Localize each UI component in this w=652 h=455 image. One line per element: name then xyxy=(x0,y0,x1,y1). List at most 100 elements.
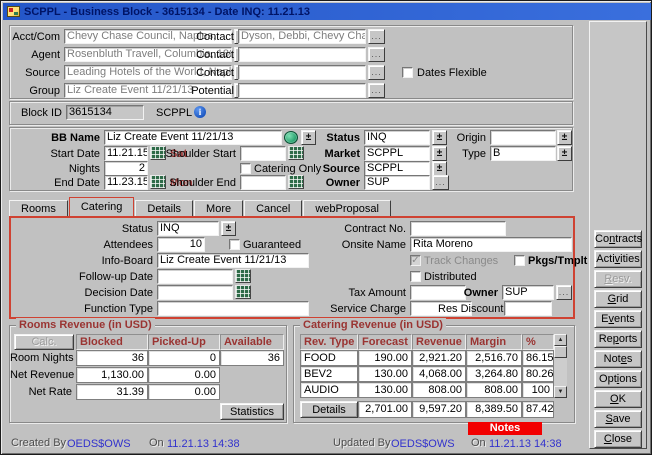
info-board-field[interactable]: Liz Create Event 11/21/13 xyxy=(157,253,309,268)
owner-browse-button[interactable]: ... xyxy=(432,175,449,190)
info-icon[interactable]: i xyxy=(194,106,206,118)
catering-owner-browse-button[interactable]: ... xyxy=(556,285,572,300)
table-scrollbar[interactable]: ▲ ▼ xyxy=(554,334,567,398)
globe-icon[interactable] xyxy=(284,131,298,144)
contact2-field[interactable] xyxy=(238,47,366,62)
catering-only-checkbox[interactable] xyxy=(240,163,251,174)
ok-button[interactable]: OK xyxy=(594,390,642,408)
close-button[interactable]: Close xyxy=(594,430,642,448)
calendar-icon[interactable] xyxy=(235,285,251,299)
forecast-cell: 190.00 xyxy=(358,350,412,366)
type-dropdown-icon[interactable]: ± xyxy=(557,146,572,161)
scrollbar-thumb[interactable] xyxy=(554,346,567,358)
rooms-revenue-title: Rooms Revenue (in USD) xyxy=(16,318,155,332)
shoulder-end-field[interactable] xyxy=(240,175,286,190)
room-nights-picked-up-cell: 0 xyxy=(148,350,220,366)
statistics-button[interactable]: Statistics xyxy=(220,403,284,420)
button-label: orts xyxy=(619,333,637,345)
column-header-rev-type: Rev. Type xyxy=(300,334,358,350)
button-label: esv. xyxy=(612,273,631,285)
potential-field[interactable] xyxy=(238,83,366,98)
percent-cell: 100 xyxy=(522,382,554,398)
contact3-field[interactable] xyxy=(238,65,366,80)
notes-button[interactable]: Notes xyxy=(594,350,642,368)
type-field[interactable]: B xyxy=(490,146,556,161)
resv-button[interactable]: Resv. xyxy=(594,270,642,288)
total-margin-cell: 8,389.50 xyxy=(466,401,522,418)
save-button[interactable]: Save xyxy=(594,410,642,428)
reports-button[interactable]: Reports xyxy=(594,330,642,348)
notes-badge[interactable]: Notes xyxy=(468,422,542,435)
status-field[interactable]: INQ xyxy=(364,130,430,145)
scroll-up-icon[interactable]: ▲ xyxy=(554,334,567,346)
button-label: S xyxy=(605,413,612,425)
calc-button[interactable]: Calc. xyxy=(14,334,74,350)
dates-flexible-checkbox[interactable] xyxy=(402,67,413,78)
grid-button[interactable]: Grid xyxy=(594,290,642,308)
dates-flexible-label: Dates Flexible xyxy=(417,66,487,80)
activities-button[interactable]: Activities xyxy=(594,250,642,268)
origin-field[interactable] xyxy=(490,130,556,145)
contact2-browse-button[interactable]: ... xyxy=(368,47,385,62)
tab-details[interactable]: Details xyxy=(135,200,193,217)
shoulder-start-field[interactable] xyxy=(240,146,286,161)
bb-name-label: BB Name xyxy=(10,131,100,145)
function-type-field[interactable] xyxy=(157,301,309,316)
button-label: s xyxy=(627,353,633,365)
contact1-field[interactable]: Dyson, Debbi, Chevy Chase, 1800-123- xyxy=(238,29,366,44)
bb-source-dropdown-icon[interactable]: ± xyxy=(432,161,447,176)
calendar-icon[interactable] xyxy=(235,269,251,283)
followup-date-field[interactable] xyxy=(157,269,233,284)
contracts-button[interactable]: Contracts xyxy=(594,230,642,248)
created-on-label: On xyxy=(149,437,164,449)
nights-field[interactable]: 2 xyxy=(104,161,148,176)
button-label: E xyxy=(601,313,608,325)
res-discount-field[interactable] xyxy=(504,301,552,316)
button-label: Not xyxy=(604,353,621,365)
shoulder-start-label: Shoulder Start xyxy=(128,147,236,161)
catering-owner-field[interactable]: SUP xyxy=(502,285,554,300)
bb-name-field[interactable]: Liz Create Event 11/21/13 xyxy=(104,130,282,145)
contract-no-field[interactable] xyxy=(410,221,506,236)
tab-cancel[interactable]: Cancel xyxy=(244,200,302,217)
block-id-label: Block ID xyxy=(10,106,62,120)
catering-status-dropdown-icon[interactable]: ± xyxy=(221,221,236,236)
title-bar[interactable]: SCPPL - Business Block - 3615134 - Date … xyxy=(3,3,651,20)
account-group: Acct/Com Chevy Chase Council, Naples, ..… xyxy=(9,25,573,99)
track-changes-label: Track Changes xyxy=(424,254,498,268)
distributed-checkbox[interactable] xyxy=(410,271,421,282)
events-button[interactable]: Events xyxy=(594,310,642,328)
button-label: Co xyxy=(595,233,609,245)
owner-field[interactable]: SUP xyxy=(364,175,430,190)
percent-cell: 80.26 xyxy=(522,366,554,382)
forecast-cell: 130.00 xyxy=(358,382,412,398)
block-id-field: 3615134 xyxy=(66,105,144,120)
tab-rooms[interactable]: Rooms xyxy=(9,200,68,217)
margin-cell: 3,264.80 xyxy=(466,366,522,382)
created-by-value: OEDS$OWS xyxy=(67,438,131,450)
pkgs-tmplt-checkbox[interactable] xyxy=(514,255,525,266)
bb-source-field[interactable]: SCPPL xyxy=(364,161,430,176)
origin-dropdown-icon[interactable]: ± xyxy=(557,130,572,145)
options-button[interactable]: Options xyxy=(594,370,642,388)
attendees-field[interactable]: 10 xyxy=(157,237,205,252)
guaranteed-checkbox[interactable] xyxy=(229,239,240,250)
decision-date-field[interactable] xyxy=(157,285,233,300)
scroll-down-icon[interactable]: ▼ xyxy=(554,386,567,398)
tab-more[interactable]: More xyxy=(194,200,243,217)
tab-catering[interactable]: Catering xyxy=(69,197,135,217)
onsite-name-field[interactable]: Rita Moreno xyxy=(410,237,572,252)
column-header-margin: Margin xyxy=(466,334,522,350)
market-field[interactable]: SCPPL xyxy=(364,146,430,161)
contact3-browse-button[interactable]: ... xyxy=(368,65,385,80)
tab-webproposal[interactable]: webProposal xyxy=(303,200,391,217)
catering-status-field[interactable]: INQ xyxy=(157,221,219,236)
potential-browse-button[interactable]: ... xyxy=(368,83,385,98)
contact1-browse-button[interactable]: ... xyxy=(368,29,385,44)
res-discount-label: Res Discount xyxy=(438,302,500,316)
details-button[interactable]: Details xyxy=(300,401,358,418)
attendees-label: Attendees xyxy=(11,238,153,252)
button-label: Opt xyxy=(599,373,617,385)
contact2-label: Contact xyxy=(162,48,234,62)
contact3-label: Contact xyxy=(162,66,234,80)
